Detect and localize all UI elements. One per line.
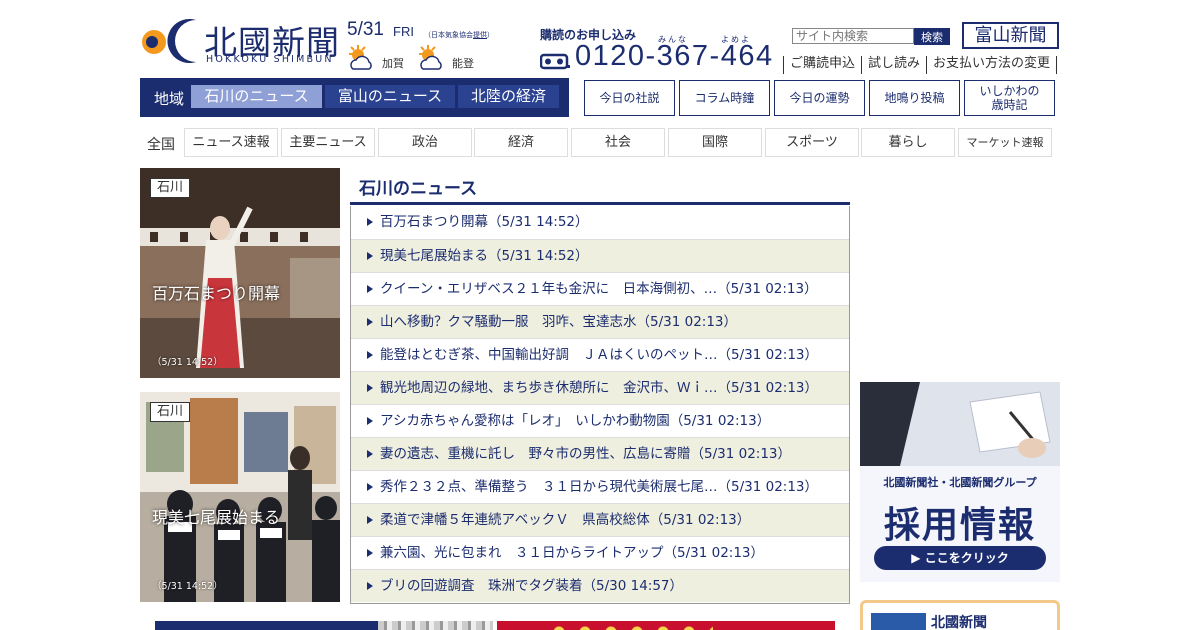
feature-column-button[interactable]: コラム時鐘 — [679, 80, 770, 116]
region-tag: 石川 — [150, 178, 191, 198]
region-nav: 地域 石川のニュース 富山のニュース 北陸の経済 — [140, 78, 569, 117]
date-weather: 5/31 FRI （日本気象協会提供） 加賀 能登 — [347, 19, 497, 73]
news-item[interactable]: 百万石まつり開幕（5/31 14:52） — [351, 206, 849, 239]
photo-timestamp: （5/31 14:52） — [152, 357, 223, 368]
photo-card[interactable]: 石川 現美七尾展始まる （5/31 14:52） — [140, 392, 340, 602]
news-item[interactable]: 妻の遺志、重機に託し 野々市の男性、広島に寄贈（5/31 02:13） — [351, 437, 849, 470]
toyama-shimbun-logo[interactable]: 富山新聞 — [962, 22, 1059, 49]
news-item[interactable]: 秀作２３２点、準備整う ３１日から現代美術展七尾…（5/31 02:13） — [351, 470, 849, 503]
feature-seasonal-button[interactable]: いしかわの 歳時記 — [964, 80, 1055, 116]
news-item[interactable]: 柔道で津幡５年連続アベックＶ 県高校総体（5/31 02:13） — [351, 503, 849, 536]
weather-credit: （日本気象協会提供） — [424, 31, 494, 39]
category-sports[interactable]: スポーツ — [765, 128, 859, 157]
category-breaking-news[interactable]: ニュース速報 — [184, 128, 278, 157]
region-label: 地域 — [154, 90, 185, 108]
recruit-title: 採用情報 — [883, 505, 1036, 546]
category-economy[interactable]: 経済 — [474, 128, 568, 157]
region-tag: 石川 — [150, 402, 191, 422]
utility-links: ご購読申込 試し読み お支払い方法の変更 — [783, 56, 1063, 74]
category-all[interactable]: 全国 — [147, 134, 175, 154]
site-search: 検索 — [792, 28, 952, 46]
category-nav: 全国 ニュース速報 主要ニュース 政治 経済 社会 国際 スポーツ 暮らし マー… — [140, 128, 1060, 158]
news-item[interactable]: ブリの回遊調査 珠洲でタグ装着（5/30 14:57） — [351, 569, 849, 602]
tab-hokuriku-economy[interactable]: 北陸の経済 — [458, 85, 559, 108]
sun-cloud-icon — [349, 45, 372, 70]
promo-thumbnail — [871, 613, 926, 630]
category-politics[interactable]: 政治 — [378, 128, 472, 157]
recruit-banner[interactable]: 北國新聞社・北國新聞グループ 採用情報 ▶ ここをクリック — [860, 382, 1060, 582]
category-society[interactable]: 社会 — [571, 128, 665, 157]
recruit-subtitle: 北國新聞社・北國新聞グループ — [883, 476, 1037, 489]
feature-reader-posts-button[interactable]: 地鳴り投稿 — [869, 80, 960, 116]
category-market[interactable]: マーケット速報 — [958, 128, 1052, 157]
link-payment-change[interactable]: お支払い方法の変更 — [926, 56, 1058, 74]
news-item[interactable]: クイーン・エリザベス２１年も金沢に 日本海側初、…（5/31 02:13） — [351, 272, 849, 305]
tab-toyama-news[interactable]: 富山のニュース — [325, 85, 455, 108]
news-item[interactable]: 山へ移動？クマ騒動一服 羽咋、宝達志水（5/31 02:13） — [351, 305, 849, 338]
bottom-banner-right[interactable] — [497, 621, 835, 630]
festival-photo — [140, 168, 340, 378]
news-item[interactable]: アシカ赤ちゃん愛称は「レオ」 いしかわ動物園（5/31 02:13） — [351, 404, 849, 437]
link-subscribe[interactable]: ご購読申込 — [783, 56, 861, 74]
category-living[interactable]: 暮らし — [861, 128, 955, 157]
sun-cloud-icon — [419, 45, 442, 70]
hokkoku-promo-box[interactable]: 北國新聞 — [860, 600, 1060, 630]
recruit-click-button[interactable]: ▶ ここをクリック — [874, 546, 1046, 570]
hokkoku-logo[interactable]: 北國新聞 HOKKOKU SHIMBUN — [140, 16, 340, 66]
subscribe-block[interactable]: 購読のお申し込み みんな よめよ 0120-367-464 — [540, 24, 780, 76]
photo-caption[interactable]: 百万石まつり開幕 — [152, 280, 280, 304]
banner-left-image — [378, 621, 493, 630]
weather-area-kaga: 加賀 — [382, 57, 404, 70]
promo-title: 北國新聞 — [931, 615, 987, 630]
category-top-news[interactable]: 主要ニュース — [281, 128, 375, 157]
weather-area-noto: 能登 — [452, 57, 474, 70]
bottom-banner-left[interactable] — [155, 621, 493, 630]
news-list: 百万石まつり開幕（5/31 14:52） 現美七尾展始まる（5/31 14:52… — [350, 206, 850, 604]
news-item[interactable]: 現美七尾展始まる（5/31 14:52） — [351, 239, 849, 272]
logo-subtext: HOKKOKU SHIMBUN — [206, 54, 334, 65]
news-title-bar — [350, 202, 850, 205]
subscribe-phone[interactable]: 0120-367-464 — [575, 40, 774, 73]
photo-timestamp: （5/31 14:52） — [152, 581, 223, 592]
search-input[interactable] — [792, 28, 914, 44]
weather-credit-link[interactable]: 提供 — [473, 31, 487, 39]
news-item[interactable]: 観光地周辺の緑地、まち歩き休憩所に 金沢市、Ｗｉ…（5/31 02:13） — [351, 371, 849, 404]
news-section-title: 石川のニュース — [359, 179, 478, 199]
exhibition-photo — [140, 392, 340, 602]
phone-icon — [540, 53, 570, 70]
photo-card[interactable]: 石川 百万石まつり開幕 （5/31 14:52） — [140, 168, 340, 378]
link-trial[interactable]: 試し読み — [861, 56, 926, 74]
weekday: FRI — [393, 24, 414, 39]
news-item[interactable]: 能登はとむぎ茶、中国輸出好調 ＪＡはくいのペット…（5/31 02:13） — [351, 338, 849, 371]
banner-right-image — [553, 624, 713, 630]
feature-fortune-button[interactable]: 今日の運勢 — [774, 80, 865, 116]
category-international[interactable]: 国際 — [668, 128, 762, 157]
search-button[interactable]: 検索 — [914, 28, 950, 45]
date: 5/31 — [347, 19, 384, 40]
tab-ishikawa-news[interactable]: 石川のニュース — [191, 85, 322, 108]
logo-mark-icon — [142, 19, 196, 64]
feature-editorial-button[interactable]: 今日の社説 — [584, 80, 675, 116]
photo-caption[interactable]: 現美七尾展始まる — [152, 504, 280, 528]
news-item[interactable]: 兼六園、光に包まれ ３１日からライトアップ（5/31 02:13） — [351, 536, 849, 569]
